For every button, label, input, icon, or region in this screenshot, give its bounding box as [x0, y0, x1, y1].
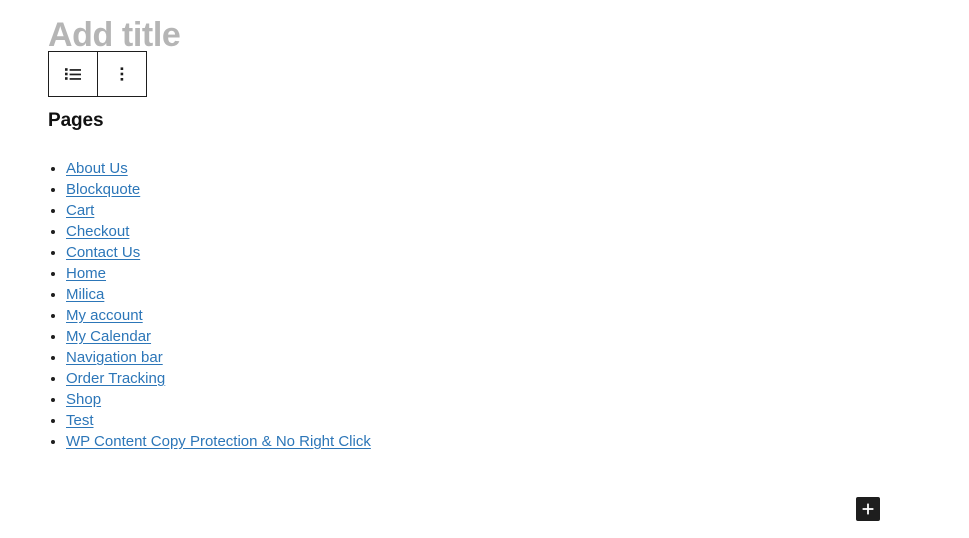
list-view-icon: [61, 62, 85, 86]
block-toolbar: [48, 51, 147, 97]
list-item: Navigation bar: [66, 347, 708, 368]
page-link[interactable]: About Us: [66, 160, 128, 177]
list-item: My account: [66, 305, 708, 326]
list-item: Order Tracking: [66, 368, 708, 389]
list-item: Checkout: [66, 221, 708, 242]
list-item: Home: [66, 263, 708, 284]
page-link[interactable]: Cart: [66, 202, 94, 219]
list-item: Shop: [66, 389, 708, 410]
list-item: WP Content Copy Protection & No Right Cl…: [66, 431, 708, 452]
block-options-button[interactable]: [98, 52, 146, 96]
list-item: Cart: [66, 200, 708, 221]
block-type-list-button[interactable]: [49, 52, 97, 96]
post-title-placeholder[interactable]: Add title: [48, 14, 181, 56]
page-link[interactable]: Contact Us: [66, 244, 140, 261]
page-link[interactable]: My Calendar: [66, 328, 151, 345]
add-block-button[interactable]: [856, 497, 880, 521]
page-link[interactable]: Checkout: [66, 223, 129, 240]
editor-canvas: Add title Pages • About Us • Blockquote …: [0, 0, 969, 538]
page-link[interactable]: Order Tracking: [66, 370, 165, 387]
vertical-ellipsis-icon: [110, 62, 134, 86]
list-item: Blockquote: [66, 179, 708, 200]
page-link[interactable]: WP Content Copy Protection & No Right Cl…: [66, 433, 371, 450]
list-item: Milica: [66, 284, 708, 305]
plus-icon: [860, 501, 876, 517]
page-list-heading: Pages: [48, 110, 104, 131]
list-item: Test: [66, 410, 708, 431]
page-list-block[interactable]: Pages About Us Blockquote Cart Checkout …: [48, 108, 708, 452]
page-link[interactable]: Navigation bar: [66, 349, 163, 366]
list-item: Contact Us: [66, 242, 708, 263]
page-link[interactable]: My account: [66, 307, 143, 324]
page-link[interactable]: Shop: [66, 391, 101, 408]
page-link[interactable]: Test: [66, 412, 94, 429]
page-link[interactable]: Home: [66, 265, 106, 282]
list-item: My Calendar: [66, 326, 708, 347]
page-link[interactable]: Blockquote: [66, 181, 140, 198]
page-link[interactable]: Milica: [66, 286, 104, 303]
list-item: About Us: [66, 158, 708, 179]
page-list: About Us Blockquote Cart Checkout Contac…: [48, 158, 708, 452]
